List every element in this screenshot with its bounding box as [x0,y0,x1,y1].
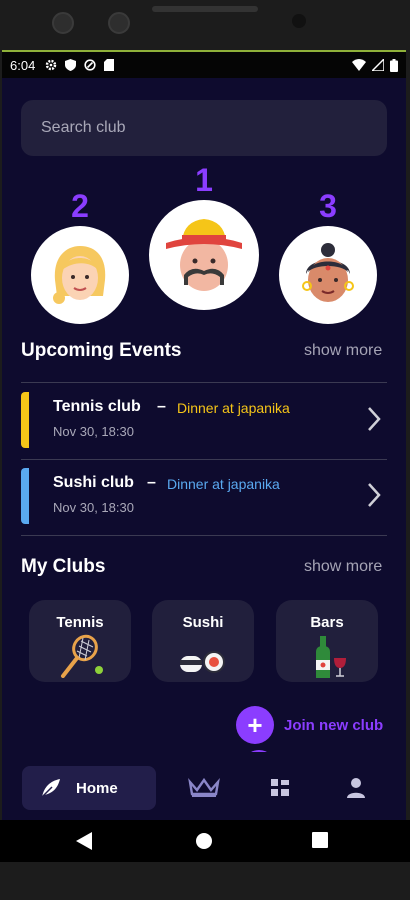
club-card-bars[interactable]: Bars [276,600,378,682]
grid-icon[interactable] [270,778,290,798]
shield-icon [65,59,77,71]
front-camera [52,12,74,34]
indian-woman-avatar-icon [302,243,354,302]
upcoming-events-title: Upcoming Events [21,340,182,361]
clubs-show-more-link[interactable]: show more [304,558,382,576]
signal-icon [372,59,384,71]
sushi-icon [180,651,225,673]
event-title: Dinner at japanika [177,400,290,416]
recents-icon[interactable] [312,832,328,848]
event-item-tennis[interactable]: Tennis club – Dinner at japanika Nov 30,… [21,384,387,456]
front-camera-2 [108,12,130,34]
divider [21,535,387,536]
chevron-right-icon [368,483,381,507]
home-circle-icon[interactable] [195,832,213,850]
wifi-icon [352,59,366,71]
nav-tab-home[interactable]: Home [22,766,156,810]
rank-label-1: 1 [195,162,213,198]
rank-label-3: 3 [319,188,337,224]
event-color-bar [21,468,29,524]
back-icon[interactable] [76,832,92,850]
search-bar[interactable] [21,100,387,156]
event-item-sushi[interactable]: Sushi club – Dinner at japanika Nov 30, … [21,460,387,532]
avatar-third-place[interactable] [279,226,377,324]
event-club-name: Sushi club [53,474,134,491]
upcoming-show-more-link[interactable]: show more [304,342,382,360]
rank-label-2: 2 [71,188,89,224]
avatar-first-place[interactable] [149,200,259,310]
join-new-club-button[interactable]: + Join new club [236,706,383,744]
event-color-bar [21,392,29,448]
phone-frame: 6:04 2 1 3 [0,0,410,900]
tennis-racket-icon [61,634,103,678]
blonde-woman-avatar-icon [53,246,106,304]
my-clubs-title: My Clubs [21,556,106,577]
proximity-sensor [292,14,306,28]
earpiece-speaker [152,6,258,12]
event-club-name: Tennis club [53,398,141,415]
battery-icon [390,58,398,72]
club-name: Tennis [56,614,104,631]
club-name: Sushi [182,614,224,631]
chevron-right-icon [368,407,381,431]
event-separator: – [157,398,166,415]
system-navigation-bar [0,820,410,862]
status-bar: 6:04 [2,52,406,78]
data-saver-icon [84,59,96,71]
search-input[interactable] [39,118,369,138]
bottom-navigation: Home [2,752,406,820]
sombrero-man-avatar-icon [166,219,242,291]
event-title: Dinner at japanika [167,476,280,492]
event-date: Nov 30, 18:30 [53,500,134,515]
crown-icon[interactable] [188,778,220,798]
plus-icon: + [236,706,274,744]
avatar-second-place[interactable] [31,226,129,324]
settings-icon [46,59,57,71]
join-new-club-label: Join new club [284,716,384,734]
club-card-sushi[interactable]: Sushi [152,600,254,682]
club-name: Bars [310,614,344,631]
wine-bottle-icon [316,636,346,678]
club-card-tennis[interactable]: Tennis [29,600,131,682]
sd-card-icon [104,59,115,71]
status-time: 6:04 [10,57,36,73]
leaf-icon [41,779,60,798]
event-separator: – [147,474,156,491]
divider [21,382,387,383]
nav-home-label: Home [76,779,118,797]
app-screen: 6:04 2 1 3 [2,50,406,820]
event-date: Nov 30, 18:30 [53,424,134,439]
profile-icon[interactable] [346,777,366,799]
